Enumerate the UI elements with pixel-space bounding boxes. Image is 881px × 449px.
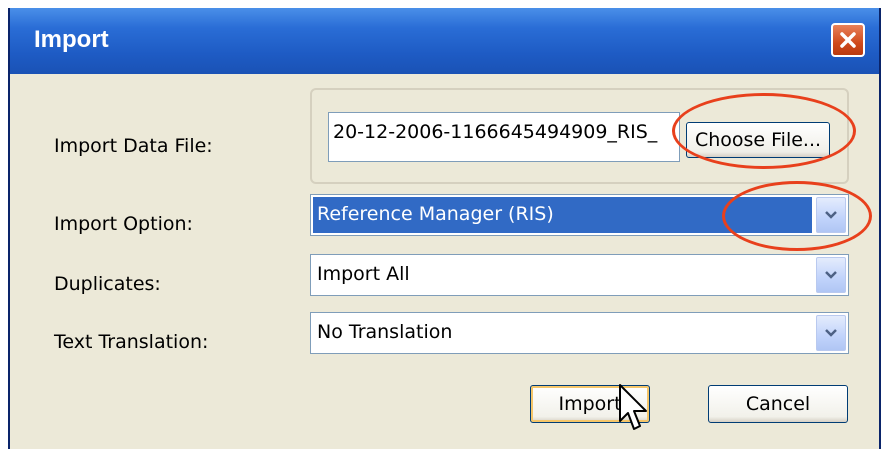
duplicates-value: Import All bbox=[317, 263, 410, 285]
import-dialog: Import Import Data File: 20-12-2006-1166… bbox=[8, 8, 881, 449]
chevron-down-icon bbox=[825, 211, 837, 219]
close-button[interactable] bbox=[831, 23, 865, 57]
duplicates-select[interactable]: Import All bbox=[310, 254, 849, 296]
chevron-down-icon bbox=[825, 329, 837, 337]
title-bar[interactable]: Import bbox=[10, 8, 879, 74]
import-option-value: Reference Manager (RIS) bbox=[317, 203, 554, 225]
file-group-box: 20-12-2006-1166645494909_RIS_ Choose Fil… bbox=[310, 88, 849, 184]
import-option-label: Import Option: bbox=[54, 213, 193, 235]
duplicates-label: Duplicates: bbox=[54, 273, 161, 295]
import-file-path-field[interactable]: 20-12-2006-1166645494909_RIS_ bbox=[328, 112, 680, 162]
text-translation-dropdown-button[interactable] bbox=[816, 315, 846, 351]
text-translation-value: No Translation bbox=[317, 321, 453, 343]
text-translation-select[interactable]: No Translation bbox=[310, 312, 849, 354]
import-option-dropdown-button[interactable] bbox=[816, 197, 846, 233]
chevron-down-icon bbox=[825, 271, 837, 279]
import-option-select[interactable]: Reference Manager (RIS) bbox=[310, 194, 849, 236]
dialog-title: Import bbox=[34, 26, 109, 53]
mouse-pointer-icon bbox=[619, 384, 647, 430]
import-data-file-label: Import Data File: bbox=[54, 135, 213, 157]
duplicates-dropdown-button[interactable] bbox=[816, 257, 846, 293]
choose-file-button[interactable]: Choose File... bbox=[686, 122, 830, 158]
cancel-button[interactable]: Cancel bbox=[708, 385, 848, 423]
text-translation-label: Text Translation: bbox=[54, 331, 209, 353]
close-icon bbox=[840, 32, 856, 48]
